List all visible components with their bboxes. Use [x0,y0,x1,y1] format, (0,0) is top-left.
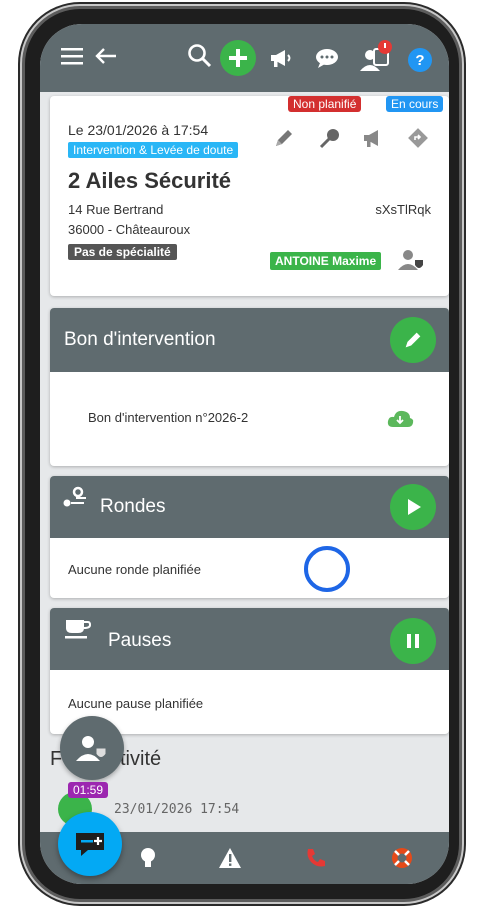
speciality-badge: Pas de spécialité [68,244,177,260]
rondes-card: Rondes Aucune ronde planifiée [50,476,449,598]
megaphone-card-icon[interactable] [362,126,386,155]
bon-intervention-title: Bon d'intervention [64,329,216,350]
timer-badge: 01:59 [68,782,109,798]
route-icon [62,486,88,515]
agent-badge: ANTOINE Maxime [270,252,382,270]
chat-add-icon [76,833,104,856]
activity-title-end: tivité [120,748,162,770]
edit-pen-icon[interactable] [272,126,296,155]
pauses-title: Pauses [108,630,172,651]
rondes-header: Rondes [50,476,449,538]
pauses-empty-text: Aucune pause planifiée [68,696,204,711]
activity-entry-time: 23/01/2026 17:54 [114,802,240,817]
bon-item-label[interactable]: Bon d'intervention n°2026-2 [88,410,248,425]
bon-intervention-header: Bon d'intervention [50,308,449,372]
cloud-download-icon[interactable] [386,407,414,434]
address-line2: 36000 - Châteauroux [68,222,191,237]
lifebuoy-icon[interactable] [390,846,414,870]
lightbulb-icon[interactable] [136,846,160,870]
intervention-type-badge: Intervention & Levée de doute [68,142,239,158]
intervention-card[interactable]: Non planifié En cours Le 23/01/2026 à 17… [50,96,449,296]
intervention-code: sXsTlRqk [375,202,431,217]
bon-intervention-card: Bon d'intervention Bon d'intervention n°… [50,308,449,466]
add-icon[interactable] [220,40,256,76]
status-badge-not-planned: Non planifié [288,96,362,112]
pause-button[interactable] [390,618,436,664]
loading-spinner [304,546,350,592]
menu-icon[interactable] [60,44,84,68]
agent-shield-fab-icon [76,736,107,761]
key-icon[interactable] [318,126,342,155]
coffee-icon [64,618,92,645]
intervention-date: Le 23/01/2026 à 17:54 [68,122,209,138]
pauses-card: Pauses Aucune pause planifiée [50,608,449,734]
address-line1: 14 Rue Bertrand [68,202,164,217]
start-ronde-button[interactable] [390,484,436,530]
client-name: 2 Ailes Sécurité [68,168,232,193]
agent-shield-icon[interactable] [398,248,426,277]
help-icon[interactable]: ? [408,48,432,72]
edit-bon-button[interactable] [390,317,436,363]
floating-agent-button[interactable] [60,716,124,780]
phone-call-icon[interactable] [304,846,328,870]
search-icon[interactable] [186,42,214,70]
directions-icon[interactable] [406,126,430,155]
top-bar: ? [40,24,449,92]
warning-icon[interactable] [218,846,242,870]
app-screen: ? Non planifié En cours Le 23/01/2026 à … [40,24,449,884]
megaphone-icon[interactable] [268,46,294,70]
back-arrow-icon[interactable] [94,44,118,68]
status-badge-in-progress: En cours [386,96,444,112]
notification-user-icon[interactable] [358,38,396,74]
pauses-header: Pauses [50,608,449,670]
rondes-empty-text: Aucune ronde planifiée [68,562,201,577]
rondes-title: Rondes [100,496,166,517]
chat-icon[interactable] [314,46,340,70]
floating-chat-button[interactable] [58,812,122,876]
